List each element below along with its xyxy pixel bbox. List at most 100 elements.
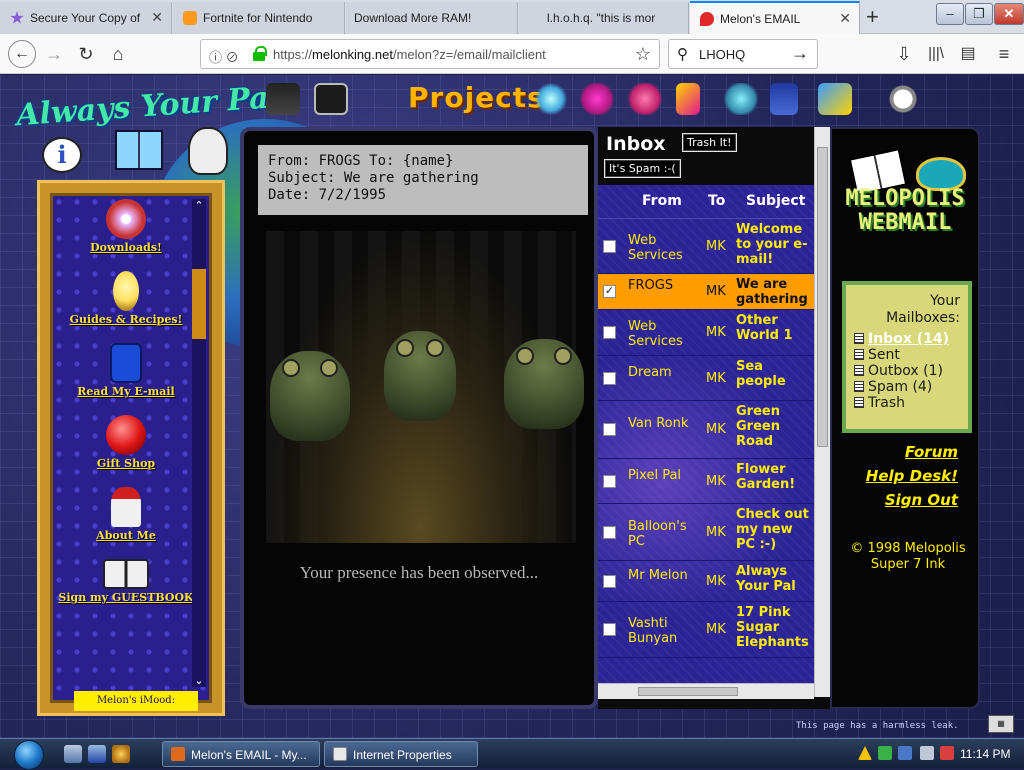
message-row[interactable]: Dream MK Sea people — [598, 356, 814, 401]
gem-icon[interactable] — [628, 83, 662, 115]
warning-icon[interactable] — [858, 746, 872, 760]
message-checkbox[interactable] — [603, 371, 616, 385]
message-checkbox[interactable] — [603, 474, 616, 488]
column-header-subject[interactable]: Subject — [746, 193, 805, 209]
message-subject[interactable]: Flower Garden! — [736, 462, 814, 492]
search-field[interactable]: ⚲ LHOHQ → — [668, 39, 818, 69]
sparkle-icon[interactable] — [534, 83, 568, 115]
mailbox-item[interactable]: Outbox (1) — [854, 363, 960, 379]
nav-item-gift-shop[interactable]: Gift Shop — [58, 415, 194, 487]
start-button-icon[interactable] — [10, 739, 50, 770]
nav-label[interactable]: About Me — [58, 529, 194, 542]
message-checkbox[interactable] — [603, 623, 616, 636]
browser-tab-ram[interactable]: Download More RAM! — [346, 2, 518, 34]
forum-link[interactable]: Forum — [905, 443, 958, 461]
column-header-to[interactable]: To — [708, 193, 725, 209]
plus-icon[interactable]: + — [866, 4, 879, 30]
message-subject[interactable]: Welcome to your e-mail! — [736, 222, 814, 267]
inbox-scrollbar[interactable] — [814, 127, 830, 697]
security-icon[interactable] — [878, 746, 892, 760]
switch-windows-icon[interactable] — [88, 745, 106, 763]
download-icon[interactable]: ⇩ — [892, 42, 916, 66]
message-subject[interactable]: Check out my new PC :-) — [736, 507, 814, 552]
message-checkbox[interactable] — [603, 525, 616, 539]
library-icon[interactable]: |||\ — [924, 42, 948, 66]
scroll-up-icon[interactable]: ⌃ — [192, 199, 206, 212]
menu-icon[interactable]: ≡ — [992, 42, 1016, 66]
nav-label[interactable]: Sign my GUESTBOOK — [58, 591, 194, 604]
book-icon[interactable] — [115, 130, 163, 170]
leak-badge-icon[interactable]: ▦ — [988, 715, 1014, 733]
media-icon[interactable] — [112, 745, 130, 763]
trash-button[interactable]: Trash It! — [682, 133, 737, 152]
help-desk-link[interactable]: Help Desk! — [866, 467, 958, 485]
message-row[interactable]: Web Services MK Other World 1 — [598, 310, 814, 356]
message-checkbox[interactable] — [603, 326, 616, 339]
scroll-thumb[interactable] — [638, 687, 738, 696]
go-arrow-icon[interactable]: → — [791, 43, 809, 64]
mailbox-item[interactable]: Sent — [854, 347, 960, 363]
close-window-icon[interactable]: ✕ — [994, 3, 1024, 25]
message-subject[interactable]: Other World 1 — [736, 313, 814, 343]
column-header-from[interactable]: From — [642, 193, 682, 209]
nav-label[interactable]: Downloads! — [58, 241, 194, 254]
site-info-icon[interactable]: ⓘ ⊘ — [209, 47, 239, 66]
message-checkbox[interactable]: ✓ — [603, 285, 616, 298]
close-tab-icon[interactable]: ✕ — [839, 10, 851, 27]
nav-label[interactable]: Guides & Recipes! — [58, 313, 194, 326]
network-icon[interactable] — [898, 746, 912, 760]
message-subject[interactable]: 17 Pink Sugar Elephants — [736, 605, 814, 650]
nav-item-guides[interactable]: Guides & Recipes! — [58, 271, 194, 343]
message-checkbox[interactable] — [603, 423, 616, 436]
mascot-icon[interactable] — [188, 127, 228, 175]
mailbox-item[interactable]: Trash — [854, 395, 960, 411]
close-tab-icon[interactable]: ✕ — [151, 9, 163, 26]
paint-icon[interactable] — [818, 83, 852, 115]
message-row[interactable]: Mr Melon MK Always Your Pal — [598, 561, 814, 602]
message-subject[interactable]: Always Your Pal — [736, 564, 814, 594]
forward-arrow-icon[interactable]: → — [42, 42, 66, 66]
message-row[interactable]: ✓ FROGS MK We are gathering — [598, 274, 814, 310]
browser-tab-melon-email[interactable]: Melon's EMAIL ✕ — [690, 1, 860, 35]
sidebar-icon[interactable]: ▤ — [956, 42, 980, 66]
scroll-thumb[interactable] — [192, 269, 206, 339]
flag-icon[interactable] — [676, 83, 700, 115]
nav-item-about-me[interactable]: About Me — [58, 487, 194, 559]
back-arrow-icon[interactable]: ← — [8, 40, 36, 68]
maximize-icon[interactable]: ❐ — [965, 3, 993, 25]
spiral-icon[interactable] — [580, 83, 614, 115]
nav-item-guestbook[interactable]: Sign my GUESTBOOK — [58, 559, 194, 631]
message-subject[interactable]: Green Green Road — [736, 404, 814, 449]
projects-label[interactable]: Projects — [408, 81, 545, 114]
info-icon[interactable]: i — [42, 137, 82, 173]
show-desktop-icon[interactable] — [64, 745, 82, 763]
message-row[interactable]: Van Ronk MK Green Green Road — [598, 401, 814, 459]
browser-tab-secure[interactable]: Secure Your Copy of ✕ — [0, 2, 172, 34]
scroll-down-icon[interactable]: ⌄ — [192, 674, 206, 687]
imood-label[interactable]: Melon's iMood: — [74, 691, 198, 711]
taskbar-clock[interactable]: 11:14 PM — [960, 747, 1010, 761]
nav-item-downloads[interactable]: Downloads! — [58, 199, 194, 271]
nav-label[interactable]: Gift Shop — [58, 457, 194, 470]
inbox-horizontal-scrollbar[interactable] — [598, 683, 814, 699]
minimize-icon[interactable]: – — [936, 3, 964, 25]
sign-out-link[interactable]: Sign Out — [885, 491, 958, 509]
mailbox-item[interactable]: Inbox (14) — [854, 331, 960, 347]
address-bar[interactable]: ⓘ ⊘ https://melonking.net/melon?z=/email… — [200, 39, 660, 69]
message-subject[interactable]: Sea people — [736, 359, 814, 389]
mailbox-item[interactable]: Spam (4) — [854, 379, 960, 395]
message-row[interactable]: Vashti Bunyan MK 17 Pink Sugar Elephants — [598, 602, 814, 658]
disc-icon[interactable] — [724, 83, 758, 115]
message-checkbox[interactable] — [603, 574, 616, 588]
clock-icon[interactable] — [886, 83, 920, 115]
taskbar-email-window[interactable]: Melon's EMAIL - My... — [162, 741, 320, 767]
nav-label[interactable]: Read My E-mail — [58, 385, 194, 398]
message-row[interactable]: Balloon's PC MK Check out my new PC :-) — [598, 504, 814, 561]
volume-icon[interactable] — [940, 746, 954, 760]
message-row[interactable]: Web Services MK Welcome to your e-mail! — [598, 219, 814, 274]
message-row[interactable]: Pixel Pal MK Flower Garden! — [598, 459, 814, 504]
display-icon[interactable] — [920, 746, 934, 760]
browser-tab-fortnite[interactable]: Fortnite for Nintendo — [173, 2, 345, 34]
nav-scrollbar[interactable]: ⌃ ⌄ — [192, 199, 206, 687]
traffic-light-icon[interactable] — [266, 83, 300, 115]
